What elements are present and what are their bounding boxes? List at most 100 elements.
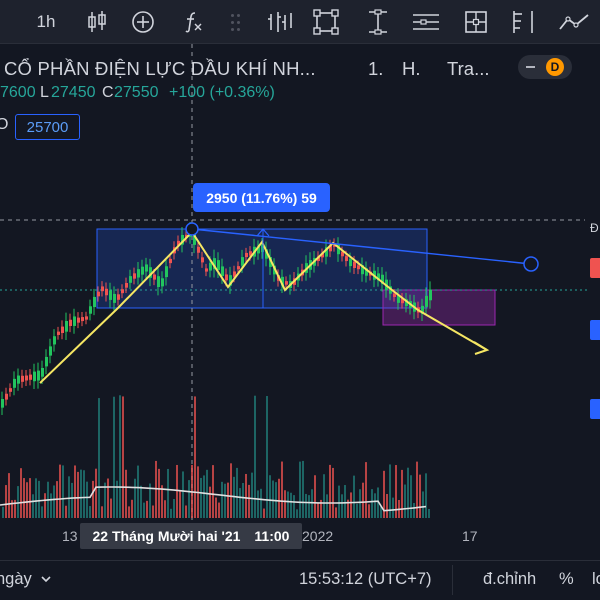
clock[interactable]: 15:53:12 (UTC+7) — [299, 570, 432, 589]
candle-body — [349, 259, 352, 267]
candle-body — [429, 289, 432, 301]
volume-bar — [50, 493, 52, 518]
divider — [452, 565, 453, 595]
candle-body — [141, 266, 144, 275]
candle-body — [61, 326, 64, 334]
volume-bar — [359, 489, 361, 518]
volume-bar — [53, 485, 55, 518]
range-selector[interactable]: ngày — [0, 570, 52, 589]
volume-bar — [185, 505, 187, 518]
volume-bar — [86, 481, 88, 518]
candle-body — [41, 367, 44, 377]
right-axis-tag-blue-2 — [590, 399, 600, 419]
volume-bar — [428, 508, 430, 518]
candle-body — [137, 269, 140, 278]
adjust-button[interactable]: đ.chỉnh — [483, 570, 536, 589]
candle-body — [133, 273, 136, 279]
volume-bar — [422, 491, 424, 518]
candle-body — [221, 266, 224, 277]
volume-bar — [152, 505, 154, 518]
measure-handle — [185, 222, 199, 236]
high-value: 7600 — [0, 84, 36, 101]
volume-bar — [26, 482, 28, 518]
symbol-source[interactable]: Tra... — [447, 58, 489, 80]
volume-bar — [203, 475, 205, 518]
candle-body — [129, 276, 132, 283]
volume-bar — [365, 462, 367, 518]
candle-body — [201, 257, 204, 263]
candle-body — [345, 256, 348, 262]
volume-bar — [419, 474, 421, 518]
candle-body — [165, 266, 168, 278]
volume-bar — [374, 493, 376, 518]
volume-bar — [164, 500, 166, 518]
low-label: L — [40, 84, 49, 101]
candle-body — [117, 294, 120, 300]
log-button[interactable]: lo — [592, 570, 600, 589]
volume-bar — [344, 485, 346, 518]
volume-bar — [170, 508, 172, 518]
volume-bar — [212, 465, 214, 518]
candle-body — [145, 264, 148, 272]
candle-body — [121, 289, 124, 294]
candle-body — [157, 276, 160, 287]
candle-body — [9, 388, 12, 392]
time-tick: 2022 — [302, 528, 334, 544]
symbol-interval[interactable]: 1. — [368, 58, 383, 80]
volume-bar — [284, 490, 286, 518]
right-axis-tag-blue — [590, 320, 600, 340]
candle-body — [1, 399, 4, 408]
symbol-exchange[interactable]: H. — [402, 58, 421, 80]
volume-bar — [131, 499, 133, 518]
time-tick: 17 — [462, 528, 478, 544]
time-tick: 13 — [62, 528, 78, 544]
volume-bar — [392, 497, 394, 518]
change-value: +100 (+0.36%) — [169, 84, 275, 101]
volume-bar — [353, 475, 355, 518]
volume-bar — [17, 486, 19, 518]
volume-bar — [308, 495, 310, 518]
volume-bar — [182, 471, 184, 518]
volume-bar — [146, 500, 148, 518]
volume-bar — [140, 485, 142, 518]
candle-body — [81, 317, 84, 322]
candle-body — [5, 393, 8, 400]
volume-bar — [230, 463, 232, 518]
close-label: C — [102, 84, 114, 101]
volume-bar — [92, 480, 94, 518]
volume-bar — [167, 468, 169, 518]
right-axis-tag-red — [590, 258, 600, 278]
symbol-header: CỔ PHẦN ĐIỆN LỰC DẦU KHÍ NH... 1. H. Tra… — [0, 52, 600, 82]
volume-bar — [65, 505, 67, 518]
symbol-name[interactable]: CỔ PHẦN ĐIỆN LỰC DẦU KHÍ NH... — [4, 58, 316, 80]
right-axis-tag: Đ — [590, 221, 600, 241]
volume-bar — [305, 493, 307, 518]
low-value: 27450 — [51, 84, 96, 101]
volume-bar — [278, 478, 280, 518]
volume-bar — [98, 398, 100, 518]
volume-bar — [35, 478, 37, 518]
candle-body — [237, 266, 240, 270]
volume-bar — [215, 497, 217, 518]
volume-bar — [245, 473, 247, 518]
price-input-box[interactable]: 25700 — [15, 114, 80, 140]
volume-bar — [323, 474, 325, 518]
volume-bar — [281, 461, 283, 518]
volume-bar — [407, 467, 409, 518]
candle-body — [113, 293, 116, 303]
candle-body — [393, 293, 396, 297]
data-mode-pill[interactable]: D — [518, 55, 572, 79]
percent-button[interactable]: % — [559, 570, 574, 589]
candle-body — [21, 375, 24, 382]
candle-body — [197, 246, 200, 253]
volume-bar — [74, 465, 76, 518]
volume-bar — [23, 478, 25, 518]
volume-bar — [317, 502, 319, 518]
volume-bar — [221, 481, 223, 518]
volume-bar — [257, 490, 259, 518]
volume-bar — [260, 488, 262, 518]
candle-body — [53, 336, 56, 345]
volume-bar — [269, 475, 271, 518]
candle-body — [73, 316, 76, 326]
bottom-bar: ngày 15:53:12 (UTC+7) đ.chỉnh % lo — [0, 560, 600, 600]
